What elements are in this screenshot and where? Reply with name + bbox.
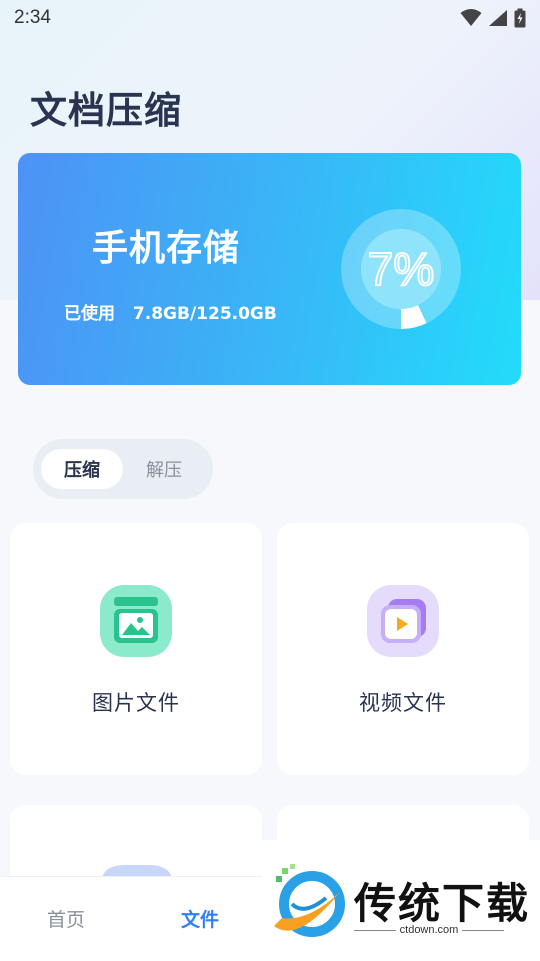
tab-compress[interactable]: 压缩 <box>41 449 123 489</box>
category-label: 视频文件 <box>359 691 447 715</box>
signal-icon <box>489 10 507 26</box>
storage-used-value: 7.8GB/125.0GB <box>132 304 277 324</box>
category-tile-images[interactable]: 图片文件 <box>10 523 262 775</box>
storage-usage-gauge: 7% <box>340 208 462 330</box>
battery-icon <box>514 8 526 28</box>
video-icon <box>367 585 439 657</box>
page-title: 文档压缩 <box>30 89 182 132</box>
compress-mode-switch: 压缩 解压 <box>33 439 213 499</box>
storage-card[interactable]: 手机存储 已使用 7.8GB/125.0GB 7% <box>18 153 521 385</box>
tab-decompress[interactable]: 解压 <box>123 449 205 489</box>
watermark-text: 传统下载 <box>354 879 531 928</box>
status-icons <box>460 8 526 28</box>
status-bar: 2:34 <box>0 0 540 36</box>
category-tile-videos[interactable]: 视频文件 <box>277 523 529 775</box>
wifi-icon <box>460 9 482 26</box>
category-label: 图片文件 <box>92 691 180 715</box>
storage-used-label: 已使用 <box>64 304 115 324</box>
storage-percent-text: 7% <box>367 242 435 296</box>
watermark-url: ctdown.com <box>354 924 504 936</box>
image-icon <box>100 585 172 657</box>
watermark-logo: 传统下载 ctdown.com <box>262 840 540 960</box>
nav-files[interactable]: 文件 <box>181 905 219 932</box>
status-time: 2:34 <box>14 7 51 28</box>
storage-title: 手机存储 <box>92 228 241 269</box>
category-tile-partial[interactable] <box>10 805 262 885</box>
nav-home[interactable]: 首页 <box>47 905 85 932</box>
storage-used: 已使用 7.8GB/125.0GB <box>64 299 277 324</box>
